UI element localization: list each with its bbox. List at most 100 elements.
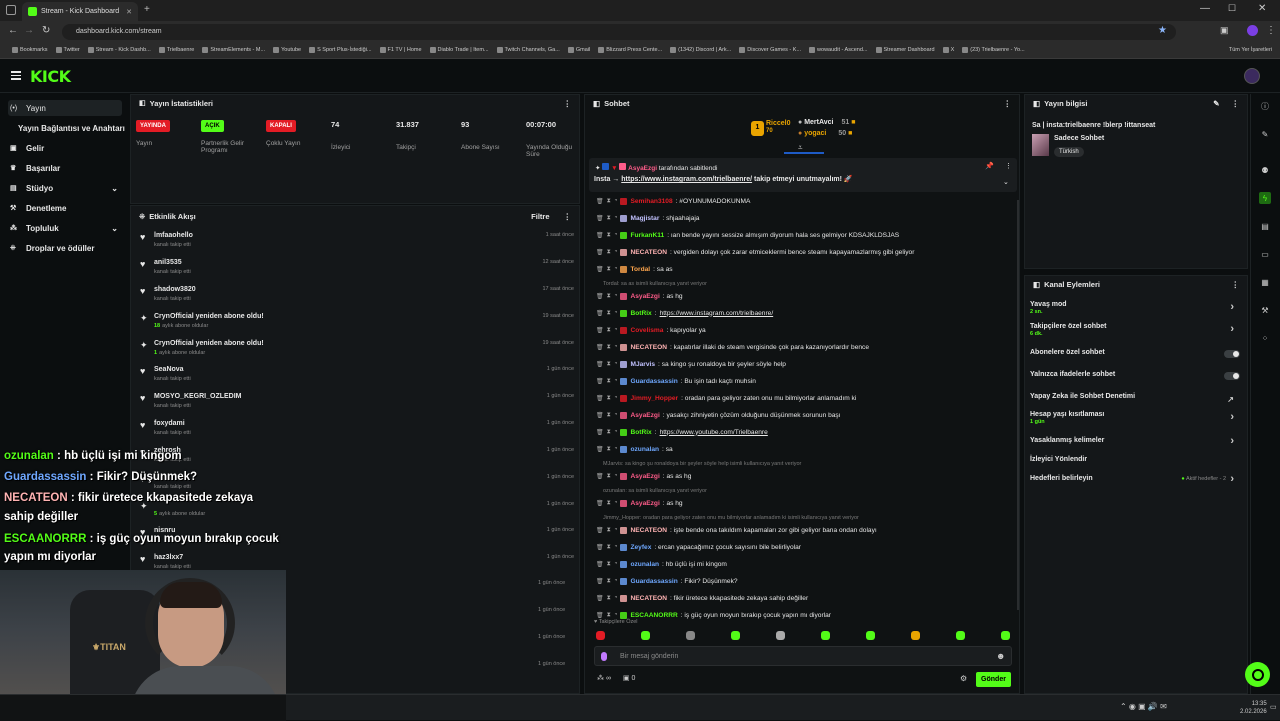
chat-message[interactable]: 🗑 ⧗ ◔ Guardassassin: Bu işin tadı kaçtı muh… [596, 375, 1016, 387]
bookmark-item[interactable]: Twitter [55, 47, 80, 53]
chat-message[interactable]: 🗑 ⧗ ◔ AsyaEzgi: as hg [596, 290, 1016, 302]
sidebar-item-3[interactable]: ▣ Gelir [8, 140, 122, 156]
channel-action-5[interactable]: Yapay Zeka ile Sohbet Denetimi ↗ [1030, 393, 1240, 404]
activity-row[interactable]: ✦ CrynOfficial yeniden abone oldu! 18 aylık… [140, 313, 576, 337]
delete-message-icon[interactable]: 🗑 [596, 446, 604, 453]
timeout-icon[interactable]: ◔ [614, 361, 618, 367]
chat-username[interactable]: AsyaEzgi [630, 473, 659, 480]
chat-username[interactable]: AsyaEzgi [630, 293, 659, 300]
chat-message[interactable]: 🗑 ⧗ ◔ Tordal: sa as [596, 263, 1016, 275]
ban-icon[interactable]: ⧗ [607, 500, 611, 507]
delete-message-icon[interactable]: 🗑 [596, 612, 604, 619]
chat-message[interactable]: 🗑 ⧗ ◔ NECATEON: kapatırlar illaki de steam … [596, 341, 1016, 353]
chat-message[interactable]: 🗑 ⧗ ◔ Covelisma: kapıyolar ya [596, 324, 1016, 336]
ban-icon[interactable]: ⧗ [607, 249, 611, 256]
delete-message-icon[interactable]: 🗑 [596, 327, 604, 334]
timeout-icon[interactable]: ◔ [614, 500, 618, 506]
ban-icon[interactable]: ⧗ [607, 578, 611, 585]
close-window-icon[interactable]: ✕ [1258, 3, 1266, 14]
quick-emote-icon[interactable] [596, 631, 605, 640]
bookmark-item[interactable]: Youtube [273, 47, 301, 53]
chat-bubble-icon[interactable]: ▭ [1259, 248, 1271, 260]
emoji-icon[interactable]: ☻ [996, 651, 1005, 661]
chat-message[interactable]: 🗑 ⧗ ◔ Zeyfex: ercan yapacağımız çocuk sayıs… [596, 541, 1016, 553]
sidebar-item-5[interactable]: ▤ Stüdyo ⌄ [8, 180, 122, 196]
bookmark-item[interactable]: Discover Games - K... [739, 47, 801, 53]
quick-emote-icon[interactable] [956, 631, 965, 640]
chat-settings-icon[interactable]: ⚙ [960, 674, 967, 683]
delete-message-icon[interactable]: 🗑 [596, 378, 604, 385]
chat-message[interactable]: 🗑 ⧗ ◔ FurkanK11: ıan bende yayını sessize a… [596, 229, 1016, 241]
chat-username[interactable]: ozunalan [630, 446, 659, 453]
chat-message[interactable]: 🗑 ⧗ ◔ MJarvis: sa kingo şu ronaldoya bir şe… [596, 358, 1016, 370]
chat-username[interactable]: NECATEON [630, 344, 667, 351]
bookmark-item[interactable]: StreamElements - M... [202, 47, 265, 53]
timeout-icon[interactable]: ◔ [614, 327, 618, 333]
moderator-icon[interactable]: ⚉ [1259, 164, 1271, 176]
chat-username[interactable]: NECATEON [630, 595, 667, 602]
bookmark-item[interactable]: Trielbaenre [158, 47, 194, 53]
ban-icon[interactable]: ⧗ [607, 544, 611, 551]
sidebar-item-6[interactable]: ⚒ Denetleme [8, 200, 122, 216]
timeout-icon[interactable]: ◔ [614, 249, 618, 255]
channel-action-3[interactable]: Abonelere özel sohbet [1030, 349, 1240, 356]
sidebar-item-8[interactable]: ⁜ Droplar ve ödüller [8, 240, 122, 256]
chat-username[interactable]: ozunalan [630, 561, 659, 568]
activity-row[interactable]: ♥ SeaNova kanalı takip etti 1 gün önce [140, 366, 576, 390]
delete-message-icon[interactable]: 🗑 [596, 344, 604, 351]
bookmark-item[interactable]: X [942, 47, 954, 53]
extensions-icon[interactable]: ▣ [1220, 25, 1229, 36]
stats-kebab-icon[interactable]: ⋮ [564, 99, 572, 108]
ban-icon[interactable]: ⧗ [607, 412, 611, 419]
url-field[interactable]: dashboard.kick.com/stream [62, 24, 1176, 40]
pinned-expand-icon[interactable]: ⌄ [1003, 178, 1009, 186]
timeout-icon[interactable]: ◔ [614, 429, 618, 435]
minimize-icon[interactable]: — [1200, 3, 1210, 14]
ban-icon[interactable]: ⧗ [607, 395, 611, 402]
document-icon[interactable]: ▤ [1259, 220, 1271, 232]
category-name[interactable]: Sadece Sohbet [1054, 135, 1104, 142]
pinned-by-user[interactable]: AsyaEzgi [628, 165, 657, 172]
all-bookmarks[interactable]: Tüm Yer İşaretleri [1229, 47, 1272, 53]
chat-username[interactable]: NECATEON [630, 527, 667, 534]
activity-row[interactable]: ♥ MOSYO_KEGRI_OZLEDIM kanalı takip etti 1 g… [140, 393, 576, 417]
chat-message[interactable]: 🗑 ⧗ ◔ NECATEON: fikir üretece kkapasitede z… [596, 592, 1016, 604]
bookmark-item[interactable]: wowaudit - Ascend... [809, 47, 868, 53]
delete-message-icon[interactable]: 🗑 [596, 232, 604, 239]
ban-icon[interactable]: ⧗ [607, 378, 611, 385]
chat-username[interactable]: BotRix [630, 429, 651, 436]
quick-emote-icon[interactable] [911, 631, 920, 640]
chat-username[interactable]: Guardassassin [630, 578, 677, 585]
user-avatar[interactable] [1244, 68, 1260, 84]
timeout-icon[interactable]: ◔ [614, 561, 618, 567]
delete-message-icon[interactable]: 🗑 [596, 198, 604, 205]
activity-row[interactable]: ♥ anil3535 kanalı takip etti 12 saat önce [140, 259, 576, 283]
delete-message-icon[interactable]: 🗑 [596, 293, 604, 300]
chat-username[interactable]: Magjistar [630, 215, 659, 222]
chat-message[interactable]: 🗑 ⧗ ◔ BotRix: https://www.youtube.com/Triel… [596, 426, 1016, 438]
delete-message-icon[interactable]: 🗑 [596, 473, 604, 480]
ban-icon[interactable]: ⧗ [607, 561, 611, 568]
channel-action-2[interactable]: Takipçilere özel sohbet 6 dk. › [1030, 323, 1240, 337]
actions-kebab-icon[interactable]: ⋮ [1232, 280, 1240, 289]
chat-message[interactable]: 🗑 ⧗ ◔ NECATEON: vergiden dolayı çok zarar e… [596, 246, 1016, 258]
wrench-icon[interactable]: ⚒ [1259, 304, 1271, 316]
timeout-icon[interactable]: ◔ [614, 612, 618, 618]
chat-username[interactable]: AsyaEzgi [630, 500, 659, 507]
toggle-switch[interactable] [1224, 350, 1240, 358]
bookmark-item[interactable]: Blizzard Press Cente... [598, 47, 662, 53]
floating-chat-button[interactable] [1245, 662, 1270, 687]
timeout-icon[interactable]: ◔ [614, 544, 618, 550]
bookmark-item[interactable]: Streamer Dashboard [875, 47, 935, 53]
chat-message[interactable]: 🗑 ⧗ ◔ Jimmy_Hopper: oradan para geliyor zat… [596, 392, 1016, 404]
quick-emote-icon[interactable] [686, 631, 695, 640]
browser-tab[interactable]: Stream - Kick Dashboard ✕ [22, 2, 138, 21]
users-icon[interactable]: ⁂ [597, 675, 604, 682]
channel-action-7[interactable]: Yasaklanmış kelimeler › [1030, 435, 1240, 447]
channel-action-4[interactable]: Yalnızca ifadelerle sohbet [1030, 371, 1240, 378]
channel-action-1[interactable]: Yavaş mod 2 sn. › [1030, 301, 1240, 315]
ban-icon[interactable]: ⧗ [607, 215, 611, 222]
chat-message[interactable]: 🗑 ⧗ ◔ AsyaEzgi: yasakçı zihniyetin çözüm ol… [596, 409, 1016, 421]
chat-input[interactable]: Bir mesaj gönderin ☻ [594, 646, 1012, 666]
ban-icon[interactable]: ⧗ [607, 361, 611, 368]
